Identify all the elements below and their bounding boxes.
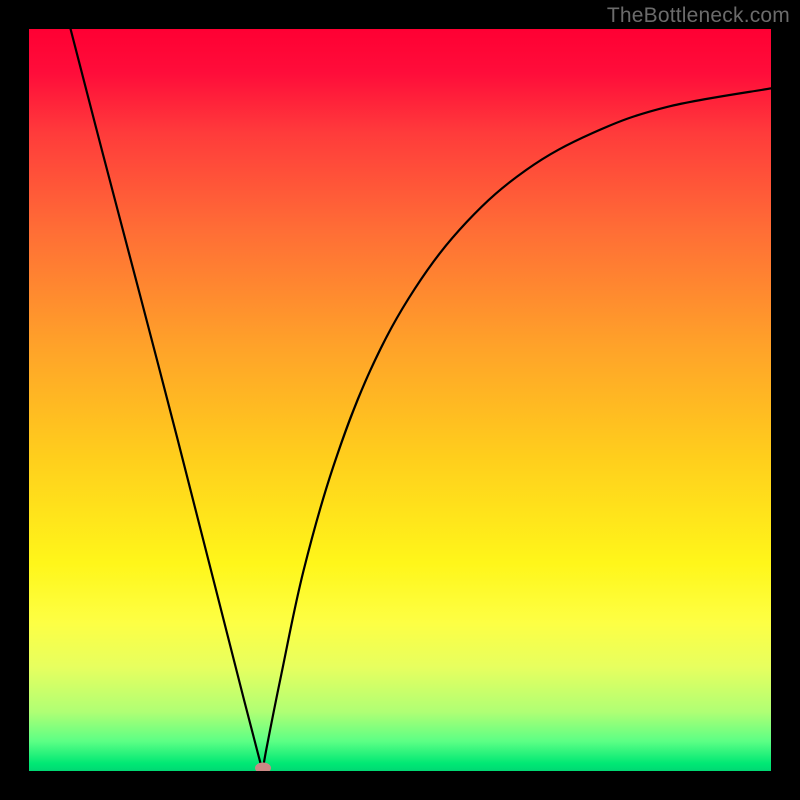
minimum-marker [255,763,271,772]
plot-area [29,29,771,771]
chart-frame: TheBottleneck.com [0,0,800,800]
curve-svg [29,29,771,771]
curve-right [263,88,771,771]
watermark: TheBottleneck.com [607,4,790,28]
curve-left [71,29,263,771]
